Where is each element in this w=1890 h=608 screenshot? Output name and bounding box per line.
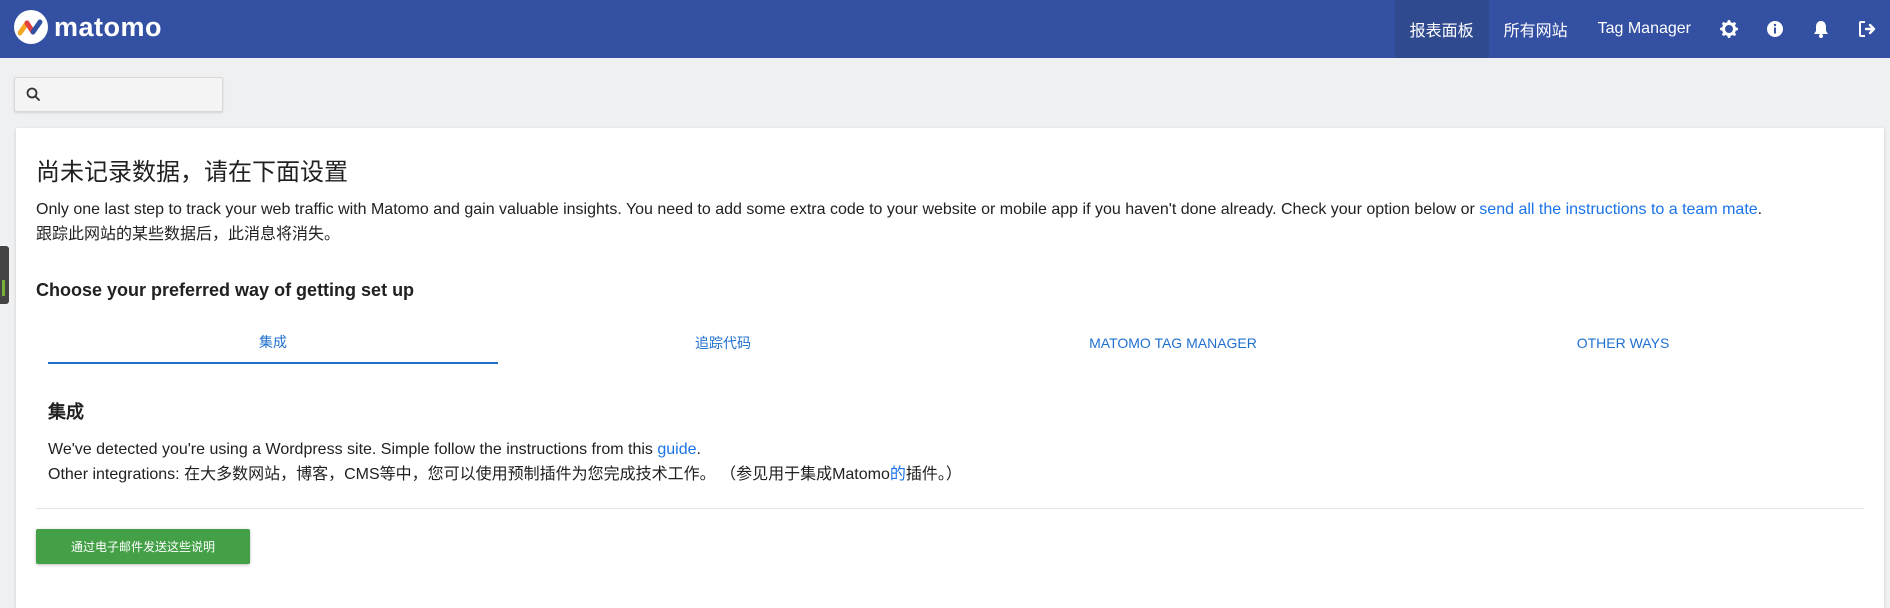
guide-link[interactable]: guide — [657, 441, 696, 458]
tab-tag-manager[interactable]: MATOMO TAG MANAGER — [948, 322, 1398, 364]
section-title: 集成 — [48, 402, 84, 422]
other-integrations-text: Other integrations: 在大多数网站，博客，CMS等中，您可以使… — [48, 466, 890, 483]
brand-name: matomo — [54, 11, 163, 42]
detect-end: . — [696, 441, 701, 458]
search-input[interactable] — [49, 82, 218, 108]
bell-icon[interactable] — [1798, 0, 1844, 58]
tab-other-ways[interactable]: OTHER WAYS — [1398, 322, 1848, 364]
search-icon — [26, 87, 40, 101]
section-body: We've detected you're using a Wordpress … — [48, 437, 962, 487]
logout-icon[interactable] — [1844, 0, 1890, 58]
other-integrations-end: 插件。） — [905, 466, 962, 483]
divider — [36, 508, 1864, 509]
nav-all-websites[interactable]: 所有网站 — [1489, 0, 1583, 58]
intro-end: . — [1757, 201, 1763, 218]
gear-icon[interactable] — [1706, 0, 1752, 58]
tab-integration[interactable]: 集成 — [48, 322, 498, 364]
intro-description: Only one last step to track your web tra… — [36, 201, 1480, 218]
email-instructions-button[interactable]: 通过电子邮件发送这些说明 — [36, 529, 250, 564]
setup-title: Choose your preferred way of getting set… — [36, 280, 415, 300]
notice-text: 跟踪此网站的某些数据后，此消息将消失。 — [36, 226, 341, 243]
top-bar: matomo 报表面板 所有网站 Tag Manager — [0, 0, 1890, 58]
main-card: 尚未记录数据，请在下面设置 Only one last step to trac… — [16, 128, 1884, 608]
plugins-link[interactable]: 的 — [890, 466, 906, 483]
site-search[interactable] — [14, 77, 223, 112]
page-title: 尚未记录数据，请在下面设置 — [36, 159, 348, 186]
send-instructions-link[interactable]: send all the instructions to a team mate — [1479, 201, 1757, 218]
info-icon[interactable] — [1752, 0, 1798, 58]
top-nav: 报表面板 所有网站 Tag Manager — [1394, 0, 1890, 58]
nav-tag-manager[interactable]: Tag Manager — [1583, 0, 1706, 58]
tab-tracking-code[interactable]: 追踪代码 — [498, 322, 948, 364]
matomo-logo-icon — [14, 10, 48, 44]
side-panel-handle[interactable] — [0, 246, 9, 304]
nav-dashboard[interactable]: 报表面板 — [1394, 0, 1489, 58]
setup-tabs: 集成 追踪代码 MATOMO TAG MANAGER OTHER WAYS — [48, 322, 1848, 364]
wordpress-detect-text: We've detected you're using a Wordpress … — [48, 441, 658, 458]
intro-text: Only one last step to track your web tra… — [36, 197, 1866, 247]
matomo-logo[interactable]: matomo — [14, 10, 162, 44]
